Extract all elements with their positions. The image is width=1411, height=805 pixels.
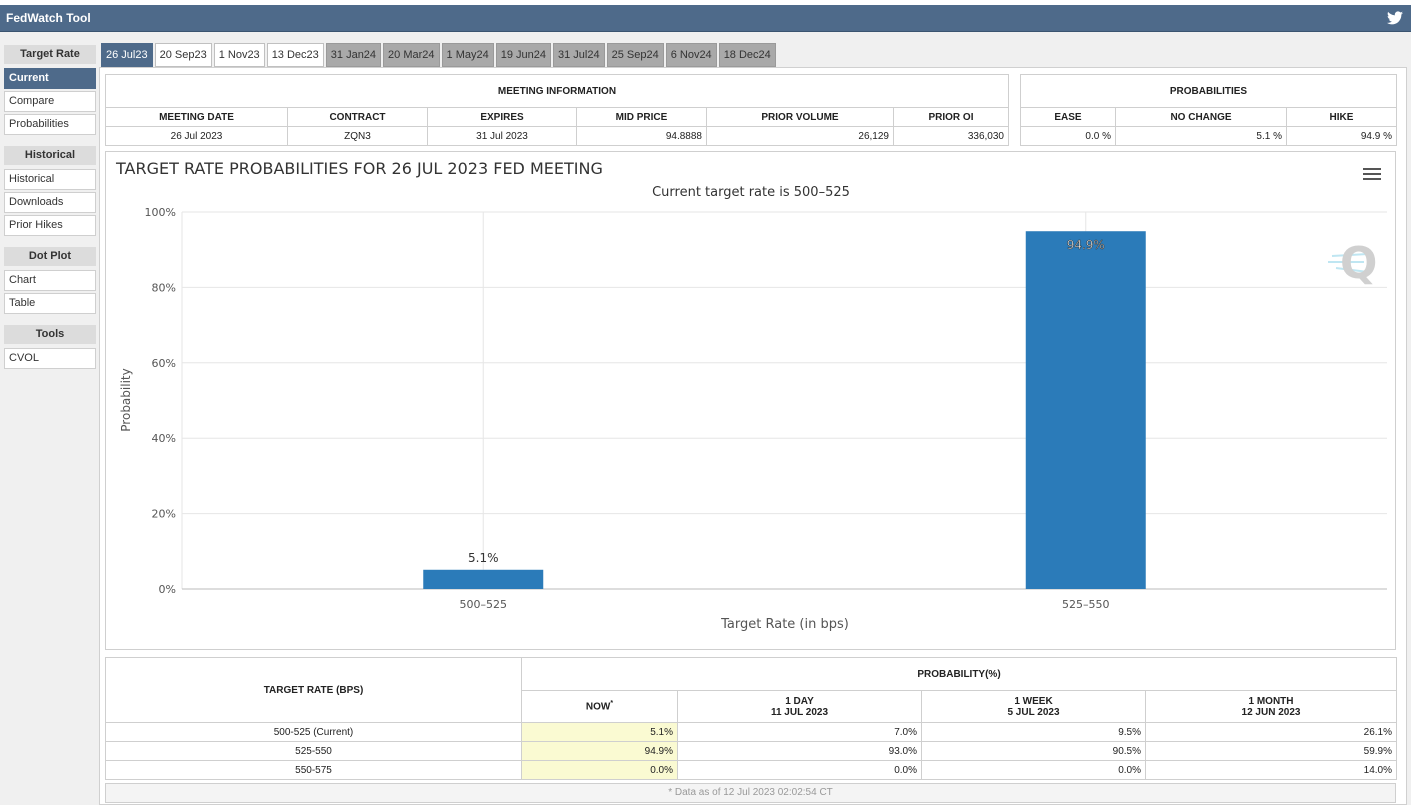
bar-525-550[interactable] (1025, 231, 1146, 589)
sidebar-item-cvol[interactable]: CVOL (4, 348, 96, 369)
probability-history-table: TARGET RATE (BPS) PROBABILITY(%) NOW* 1 … (105, 657, 1397, 780)
bar-value-label: 94.9% (1067, 238, 1105, 252)
y-tick-label: 100% (145, 206, 176, 219)
y-axis-label: Probability (119, 368, 133, 431)
y-tick-label: 40% (152, 432, 176, 445)
sidebar: Target Rate Current Compare Probabilitie… (4, 45, 96, 371)
data-timestamp-footnote: * Data as of 12 Jul 2023 02:02:54 CT (105, 783, 1396, 803)
tab-19-jun24[interactable]: 19 Jun24 (495, 43, 551, 67)
sidebar-item-chart[interactable]: Chart (4, 270, 96, 291)
sidebar-header-dot-plot: Dot Plot (4, 247, 96, 266)
row-1-week: 0.0% (921, 760, 1146, 780)
tab-1-may24[interactable]: 1 May24 (441, 43, 494, 67)
table-row: 500-525 (Current) 5.1% 7.0% 9.5% 26.1% (105, 722, 1397, 742)
svg-text:Q: Q (1340, 238, 1377, 289)
title-bar: FedWatch Tool (0, 5, 1411, 32)
y-tick-label: 80% (152, 281, 176, 294)
row-now: 5.1% (521, 722, 678, 742)
header-expires: EXPIRES (427, 107, 577, 127)
header-prior-oi: PRIOR OI (893, 107, 1009, 127)
sidebar-header-target-rate: Target Rate (4, 45, 96, 64)
row-target-rate: 525-550 (105, 741, 522, 761)
expires-value: 31 Jul 2023 (427, 126, 577, 146)
header-1-day: 1 DAY 11 JUL 2023 (677, 690, 922, 723)
tab-1-nov23[interactable]: 1 Nov23 (213, 43, 265, 67)
app-title: FedWatch Tool (6, 11, 91, 25)
hike-value: 94.9 % (1286, 126, 1397, 146)
chart-container: TARGET RATE PROBABILITIES FOR 26 JUL 202… (105, 151, 1396, 650)
header-hike: HIKE (1286, 107, 1397, 127)
no-change-value: 5.1 % (1115, 126, 1287, 146)
header-contract: CONTRACT (287, 107, 428, 127)
ease-value: 0.0 % (1020, 126, 1116, 146)
tab-6-nov24[interactable]: 6 Nov24 (665, 43, 717, 67)
sidebar-item-prior-hikes[interactable]: Prior Hikes (4, 215, 96, 236)
mid-price-value: 94.8888 (576, 126, 707, 146)
tab-18-dec24[interactable]: 18 Dec24 (718, 43, 776, 67)
x-tick-label: 525–550 (1062, 598, 1110, 611)
meeting-info-title: MEETING INFORMATION (105, 74, 1009, 108)
q-logo-icon: Q (1328, 238, 1377, 289)
header-now: NOW* (521, 690, 678, 723)
tab-20-sep23[interactable]: 20 Sep23 (154, 43, 212, 67)
prior-volume-value: 26,129 (706, 126, 894, 146)
prior-oi-value: 336,030 (893, 126, 1009, 146)
row-1-week: 90.5% (921, 741, 1146, 761)
row-1-day: 93.0% (677, 741, 922, 761)
tab-26-jul23[interactable]: 26 Jul23 (101, 43, 153, 67)
header-ease: EASE (1020, 107, 1116, 127)
probabilities-title: PROBABILITIES (1020, 74, 1397, 108)
probability-chart: TARGET RATE PROBABILITIES FOR 26 JUL 202… (115, 159, 1387, 632)
row-1-day: 0.0% (677, 760, 922, 780)
row-target-rate: 500-525 (Current) (105, 722, 522, 742)
meeting-info-table: MEETING INFORMATION MEETING DATE CONTRAC… (105, 74, 1009, 146)
header-mid-price: MID PRICE (576, 107, 707, 127)
chart-title: TARGET RATE PROBABILITIES FOR 26 JUL 202… (115, 159, 603, 178)
header-meeting-date: MEETING DATE (105, 107, 288, 127)
sidebar-header-historical: Historical (4, 146, 96, 165)
header-1-month: 1 MONTH 12 JUN 2023 (1145, 690, 1397, 723)
row-1-month: 59.9% (1145, 741, 1397, 761)
chart-subtitle: Current target rate is 500–525 (652, 185, 850, 200)
bar-value-label: 5.1% (468, 551, 499, 565)
y-tick-label: 20% (152, 508, 176, 521)
bar-500-525[interactable] (423, 569, 544, 589)
sidebar-item-current[interactable]: Current (4, 68, 96, 89)
header-target-rate: TARGET RATE (BPS) (105, 657, 522, 723)
y-tick-label: 60% (152, 357, 176, 370)
meeting-date-value: 26 Jul 2023 (105, 126, 288, 146)
twitter-icon[interactable] (1387, 11, 1403, 25)
header-1-week: 1 WEEK 5 JUL 2023 (921, 690, 1146, 723)
tab-31-jan24[interactable]: 31 Jan24 (325, 43, 382, 67)
probabilities-table: PROBABILITIES EASE NO CHANGE HIKE 0.0 % … (1020, 74, 1397, 146)
contract-value: ZQN3 (287, 126, 428, 146)
sidebar-item-historical[interactable]: Historical (4, 169, 96, 190)
row-1-month: 26.1% (1145, 722, 1397, 742)
sidebar-header-tools: Tools (4, 325, 96, 344)
row-1-day: 7.0% (677, 722, 922, 742)
tab-20-mar24[interactable]: 20 Mar24 (383, 43, 440, 67)
row-target-rate: 550-575 (105, 760, 522, 780)
sidebar-item-downloads[interactable]: Downloads (4, 192, 96, 213)
row-1-month: 14.0% (1145, 760, 1397, 780)
sidebar-item-compare[interactable]: Compare (4, 91, 96, 112)
table-row: 550-575 0.0% 0.0% 0.0% 14.0% (105, 760, 1397, 780)
x-tick-label: 500–525 (460, 598, 508, 611)
table-row: 525-550 94.9% 93.0% 90.5% 59.9% (105, 741, 1397, 761)
header-no-change: NO CHANGE (1115, 107, 1287, 127)
header-probability-group: PROBABILITY(%) (521, 657, 1397, 691)
y-tick-label: 0% (159, 583, 176, 596)
meeting-tabs: 26 Jul23 20 Sep23 1 Nov23 13 Dec23 31 Ja… (101, 43, 778, 67)
row-1-week: 9.5% (921, 722, 1146, 742)
header-prior-volume: PRIOR VOLUME (706, 107, 894, 127)
sidebar-item-table[interactable]: Table (4, 293, 96, 314)
row-now: 0.0% (521, 760, 678, 780)
sidebar-item-probabilities[interactable]: Probabilities (4, 114, 96, 135)
tab-13-dec23[interactable]: 13 Dec23 (266, 43, 324, 67)
row-now: 94.9% (521, 741, 678, 761)
x-axis-label: Target Rate (in bps) (720, 617, 849, 632)
tab-31-jul24[interactable]: 31 Jul24 (553, 43, 605, 67)
tab-25-sep24[interactable]: 25 Sep24 (606, 43, 664, 67)
